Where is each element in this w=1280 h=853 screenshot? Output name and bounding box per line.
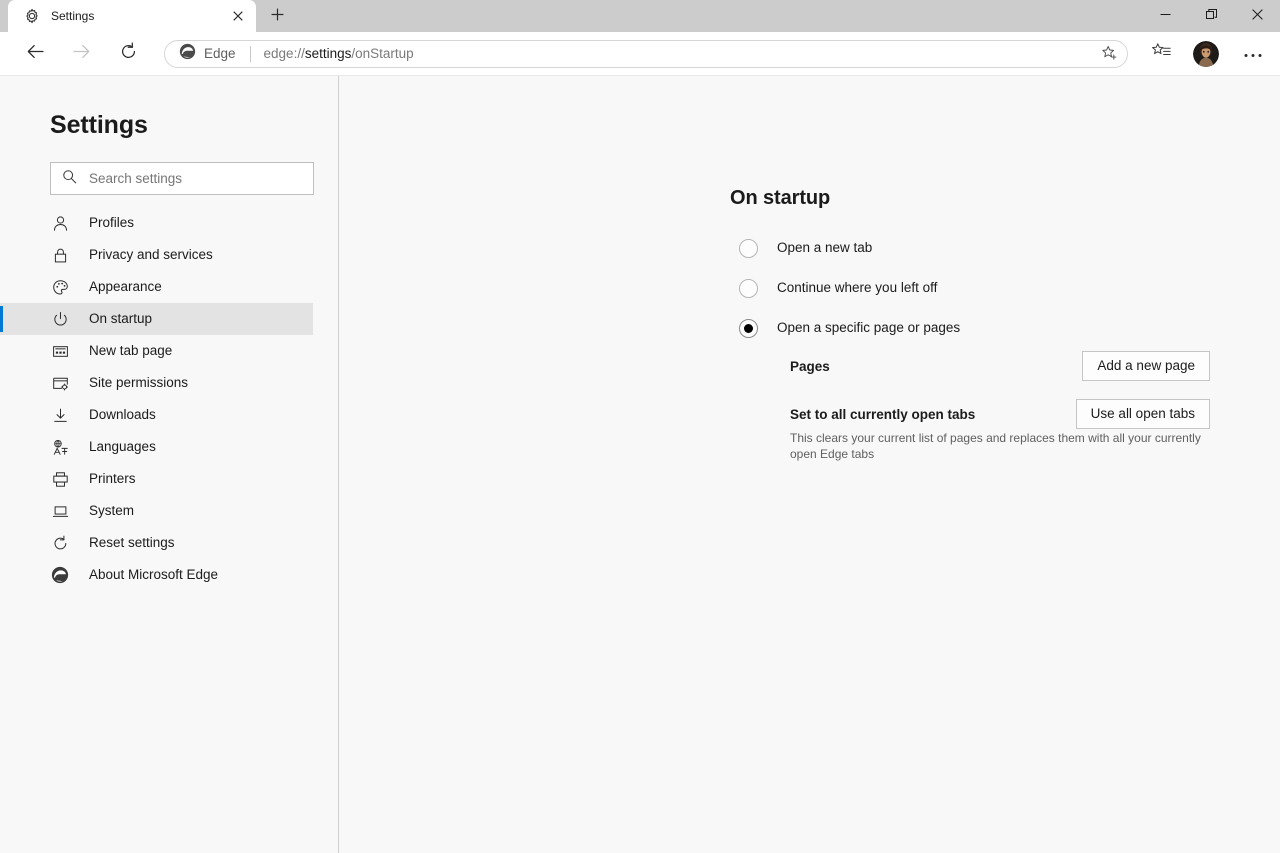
tab-close-icon[interactable] (226, 4, 250, 28)
palette-icon (50, 277, 70, 297)
sidebar-item-reset-settings[interactable]: Reset settings (0, 527, 313, 559)
radio-mark[interactable] (739, 278, 758, 298)
settings-content: On startup Open a new tab Continue where… (339, 76, 1280, 853)
minimize-button[interactable] (1142, 0, 1188, 32)
browser-toolbar: Edge edge://settings/onStartup (0, 32, 1280, 76)
omnibox-divider (249, 45, 251, 62)
restore-button[interactable] (1188, 0, 1234, 32)
sidebar-item-about-microsoft-edge[interactable]: About Microsoft Edge (0, 559, 313, 591)
address-bar[interactable]: Edge edge://settings/onStartup (164, 39, 1128, 68)
new-tab-button[interactable] (260, 2, 294, 32)
close-button[interactable] (1234, 0, 1280, 32)
content-heading: On startup (730, 187, 831, 209)
use-all-open-tabs-button[interactable]: Use all open tabs (1075, 399, 1210, 429)
radio-label: Continue where you left off (777, 280, 938, 295)
page-title: Settings (50, 111, 148, 139)
close-icon (1251, 7, 1263, 25)
sidebar-item-label: Reset settings (89, 535, 175, 550)
search-settings-box[interactable] (50, 162, 314, 195)
sidebar-item-printers[interactable]: Printers (0, 463, 313, 495)
title-bar: Settings (0, 0, 1280, 32)
person-icon (50, 213, 70, 233)
sidebar-item-label: Downloads (89, 407, 156, 422)
reload-icon (119, 41, 138, 66)
radio-label: Open a specific page or pages (777, 320, 961, 335)
sidebar-item-label: About Microsoft Edge (89, 567, 219, 582)
languages-icon (50, 437, 70, 457)
add-a-new-page-button[interactable]: Add a new page (1082, 351, 1210, 381)
set-to-all-open-tabs-row: Set to all currently open tabs This clea… (790, 399, 1210, 462)
radio-option-open-a-new-tab[interactable]: Open a new tab (739, 234, 1280, 262)
search-icon (62, 169, 77, 189)
reset-circle-icon (50, 533, 70, 553)
more-ellipsis-icon (1244, 45, 1262, 63)
restore-icon (1205, 7, 1217, 25)
favorites-star-icon[interactable] (1095, 41, 1123, 67)
pages-section: Pages Add a new page Set to all currentl… (339, 351, 1280, 462)
omnibox-brand-label: Edge (204, 45, 236, 61)
settings-sidebar: Settings Profiles (0, 76, 339, 853)
reload-button[interactable] (111, 37, 145, 71)
new-tab-page-icon (50, 341, 70, 361)
profile-button[interactable] (1189, 37, 1223, 71)
edge-logo-icon (179, 43, 196, 65)
sidebar-item-appearance[interactable]: Appearance (0, 271, 313, 303)
url-strong: settings (304, 45, 352, 61)
tab-title: Settings (51, 9, 95, 23)
startup-options-group: Open a new tab Continue where you left o… (339, 234, 1280, 342)
radio-mark[interactable] (739, 238, 758, 258)
collections-button[interactable] (1144, 37, 1178, 71)
forward-arrow-icon (72, 42, 91, 66)
sidebar-item-downloads[interactable]: Downloads (0, 399, 313, 431)
sidebar-item-new-tab-page[interactable]: New tab page (0, 335, 313, 367)
sidebar-item-privacy-and-services[interactable]: Privacy and services (0, 239, 313, 271)
sidebar-item-label: System (89, 503, 135, 518)
laptop-icon (50, 501, 70, 521)
back-arrow-icon (26, 42, 45, 66)
radio-label: Open a new tab (777, 240, 873, 255)
set-to-all-open-tabs-description: This clears your current list of pages a… (790, 431, 1201, 461)
sidebar-item-system[interactable]: System (0, 495, 313, 527)
gear-icon (24, 8, 40, 24)
site-permissions-icon (50, 373, 70, 393)
settings-page: Settings Profiles (0, 76, 1280, 853)
sidebar-item-label: Privacy and services (89, 247, 213, 262)
url-prefix: edge:// (263, 45, 305, 61)
browser-tab-settings[interactable]: Settings (8, 0, 256, 32)
power-icon (50, 309, 70, 329)
sidebar-item-site-permissions[interactable]: Site permissions (0, 367, 313, 399)
forward-button (64, 37, 98, 71)
address-bar-url: edge://settings/onStartup (264, 46, 1095, 62)
more-options-button[interactable] (1236, 37, 1270, 71)
sidebar-item-label: Profiles (89, 215, 135, 230)
download-arrow-icon (50, 405, 70, 425)
pages-row: Pages Add a new page (790, 351, 1210, 386)
url-suffix: /onStartup (351, 45, 414, 61)
minimize-icon (1160, 7, 1171, 25)
plus-icon (271, 8, 284, 26)
sidebar-item-on-startup[interactable]: On startup (0, 303, 313, 335)
printer-icon (50, 469, 70, 489)
profile-avatar (1193, 40, 1219, 67)
lock-icon (50, 245, 70, 265)
sidebar-item-label: New tab page (89, 343, 173, 358)
sidebar-item-label: Site permissions (89, 375, 189, 390)
edge-logo-icon (50, 565, 70, 585)
collections-icon (1151, 42, 1171, 66)
sidebar-item-languages[interactable]: Languages (0, 431, 313, 463)
radio-option-open-a-specific-page-or-pages[interactable]: Open a specific page or pages (739, 314, 1280, 342)
radio-option-continue-where-you-left-off[interactable]: Continue where you left off (739, 274, 1280, 302)
sidebar-item-label: Appearance (89, 279, 162, 294)
omnibox-brand: Edge (179, 43, 236, 65)
sidebar-item-label: On startup (89, 311, 153, 326)
sidebar-item-profiles[interactable]: Profiles (0, 207, 313, 239)
search-input[interactable] (89, 171, 289, 186)
sidebar-item-label: Printers (89, 471, 136, 486)
sidebar-item-label: Languages (89, 439, 156, 454)
window-controls (1142, 0, 1280, 32)
radio-mark-selected[interactable] (739, 318, 758, 338)
settings-nav-list: Profiles Privacy and services Appearance… (0, 207, 338, 591)
back-button[interactable] (18, 37, 52, 71)
